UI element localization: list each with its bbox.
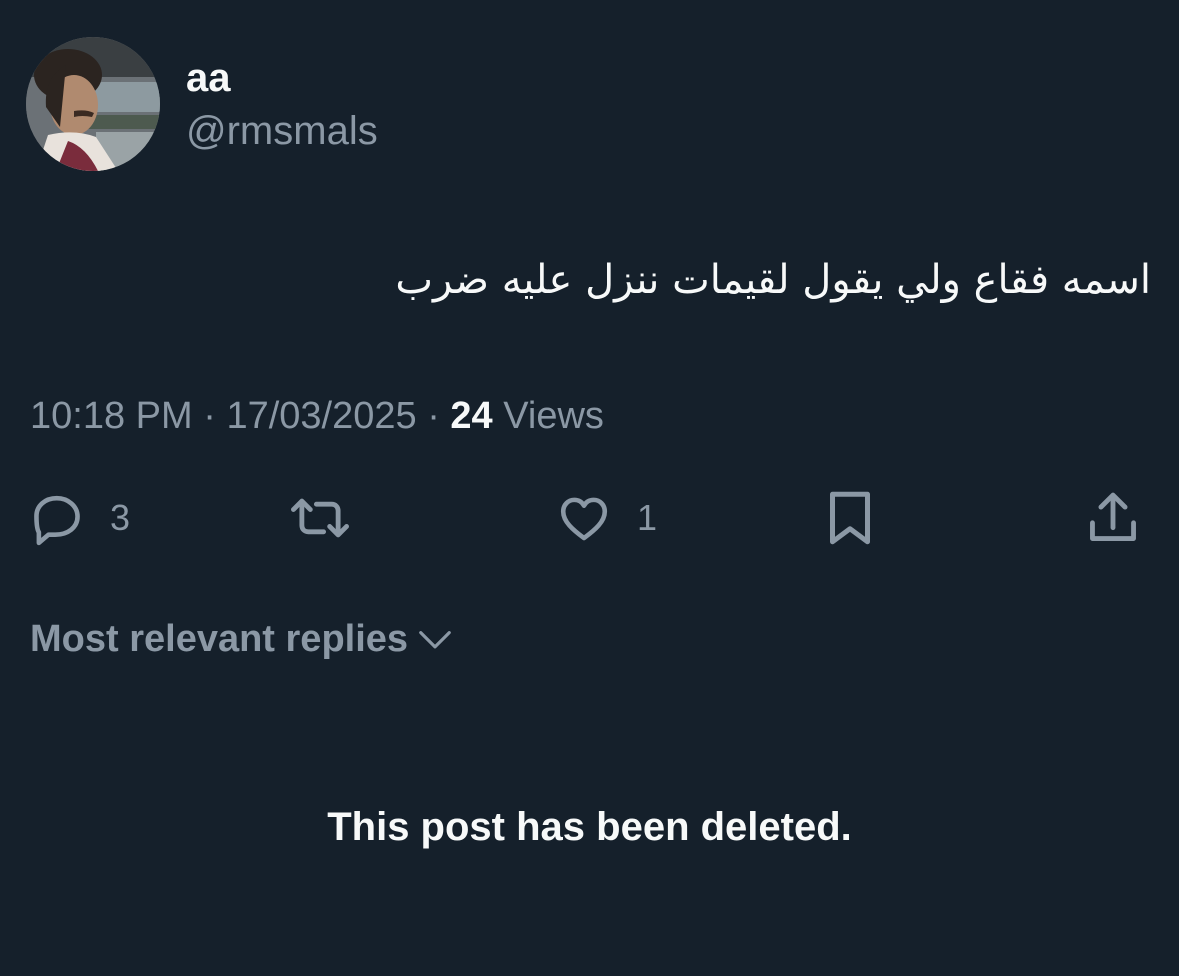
repost-icon <box>291 498 350 538</box>
deleted-post-notice: This post has been deleted. <box>327 805 852 849</box>
share-button[interactable] <box>1084 488 1142 548</box>
like-button[interactable]: 1 <box>555 488 657 548</box>
meta-separator: · <box>427 395 440 437</box>
post-text: اسمه فقاع ولي يقول لقيمات ننزل عليه ضرب <box>395 257 1151 303</box>
author-display-name[interactable]: aa <box>186 56 231 100</box>
post-date[interactable]: 17/03/2025 <box>226 395 416 437</box>
post-meta: 10:18 PM · 17/03/2025 · 24 Views <box>30 394 604 438</box>
reply-button[interactable]: 3 <box>28 488 130 548</box>
like-count: 1 <box>637 497 658 538</box>
chevron-down-icon <box>419 631 451 649</box>
author-handle[interactable]: @rmsmals <box>186 108 378 154</box>
views-count[interactable]: 24 <box>450 395 492 437</box>
heart-icon <box>560 497 608 541</box>
bookmark-icon <box>830 491 870 545</box>
reply-count: 3 <box>110 497 131 538</box>
replies-sort-dropdown[interactable]: Most relevant replies <box>30 617 454 661</box>
post-time[interactable]: 10:18 PM <box>30 395 193 437</box>
replies-sort-label: Most relevant replies <box>30 618 409 660</box>
share-icon <box>1090 492 1136 541</box>
repost-button[interactable] <box>286 488 354 548</box>
avatar-image <box>26 37 160 171</box>
views-label[interactable]: Views <box>503 395 604 437</box>
reply-icon <box>34 495 80 546</box>
meta-separator: · <box>203 395 216 437</box>
post-detail-page: aa @rmsmals اسمه فقاع ولي يقول لقيمات نن… <box>0 0 1179 976</box>
avatar[interactable] <box>26 37 160 171</box>
bookmark-button[interactable] <box>822 488 878 548</box>
